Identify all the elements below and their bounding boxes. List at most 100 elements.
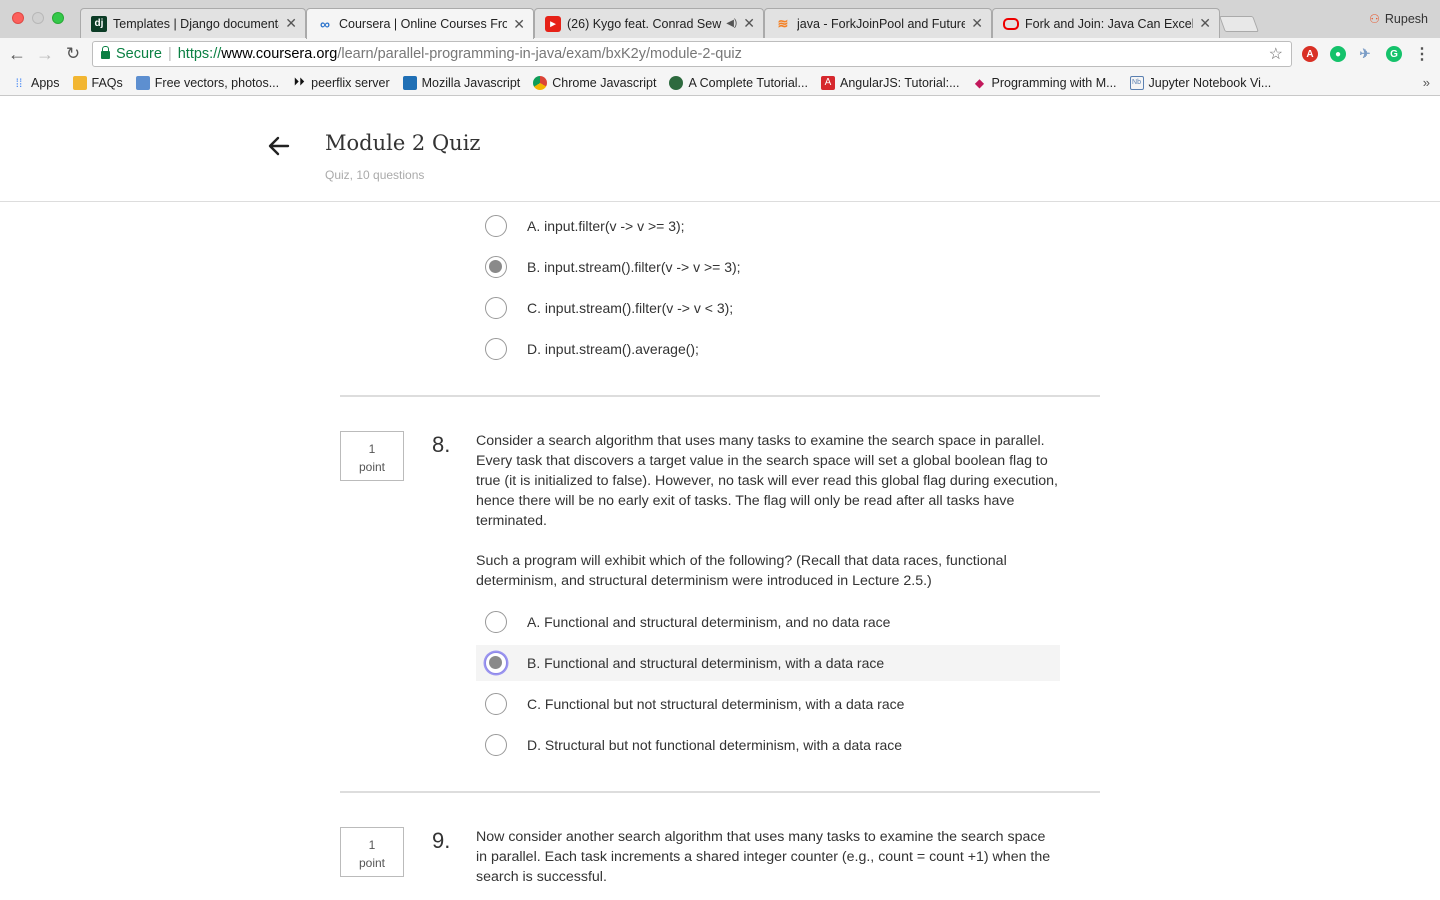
ruby-icon: ◆ <box>974 75 985 90</box>
browser-tab-youtube[interactable]: ▶ (26) Kygo feat. Conrad Sew ◀) ✕ <box>534 8 764 38</box>
mozilla-icon <box>402 75 417 90</box>
quiz-header: Module 2 Quiz Quiz, 10 questions <box>0 97 1440 202</box>
bookmark-faqs[interactable]: FAQs <box>72 75 123 90</box>
bookmark-angularjs[interactable]: A AngularJS: Tutorial:... <box>820 75 960 90</box>
apps-grid-icon: ⁞⁞ <box>15 75 23 90</box>
points-label: point <box>358 856 386 870</box>
bookmarks-bar: ⁞⁞ Apps FAQs Free vectors, photos... ⏵⏵ … <box>0 70 1440 96</box>
option-label: B. input.stream().filter(v -> v >= 3); <box>527 259 741 275</box>
q8-option-d[interactable]: D. Structural but not functional determi… <box>476 727 1060 763</box>
radio-button[interactable] <box>485 215 507 237</box>
bookmark-label: Apps <box>31 75 60 90</box>
bookmark-star-icon[interactable]: ☆ <box>1269 44 1283 64</box>
bookmark-label: FAQs <box>91 75 123 90</box>
q7-option-d[interactable]: D. input.stream().average(); <box>476 331 1060 367</box>
bookmark-label: Free vectors, photos... <box>154 75 280 90</box>
back-button[interactable]: ← <box>6 43 28 65</box>
forward-button[interactable]: → <box>34 43 56 65</box>
close-tab-icon[interactable]: ✕ <box>285 15 297 32</box>
q8-option-b[interactable]: B. Functional and structural determinism… <box>476 645 1060 681</box>
q7-option-b[interactable]: B. input.stream().filter(v -> v >= 3); <box>476 249 1060 285</box>
extension-grammarly-icon[interactable]: G <box>1386 46 1402 62</box>
stackoverflow-icon: ≋ <box>777 15 789 31</box>
bookmark-complete-tutorial[interactable]: A Complete Tutorial... <box>669 75 808 90</box>
browser-tab-stackoverflow[interactable]: ≋ java - ForkJoinPool and Future ✕ <box>764 8 992 38</box>
back-arrow-icon[interactable] <box>266 133 292 159</box>
close-tab-icon[interactable]: ✕ <box>743 15 755 32</box>
youtube-icon: ▶ <box>545 15 561 32</box>
speaker-icon[interactable]: ◀) <box>726 18 737 29</box>
option-label: C. Functional but not structural determi… <box>527 696 905 712</box>
radio-button[interactable] <box>485 297 507 319</box>
option-label: A. Functional and structural determinism… <box>527 614 891 630</box>
close-tab-icon[interactable]: ✕ <box>1199 15 1211 32</box>
radio-button[interactable] <box>485 734 507 756</box>
q7-option-a[interactable]: A. input.filter(v -> v >= 3); <box>476 208 1060 244</box>
bookmark-jupyter[interactable]: Nb Jupyter Notebook Vi... <box>1129 75 1271 90</box>
bookmark-label: peerflix server <box>311 75 390 90</box>
option-label: C. input.stream().filter(v -> v < 3); <box>527 300 734 316</box>
folder-icon <box>72 75 87 90</box>
new-tab-button[interactable] <box>1219 16 1259 32</box>
points-value: 1 <box>368 442 376 456</box>
bookmark-programming[interactable]: ◆ Programming with M... <box>973 76 1117 90</box>
bookmark-label: AngularJS: Tutorial:... <box>839 75 960 90</box>
profile-button[interactable]: ⚇ Rupesh <box>1369 12 1428 26</box>
django-icon: dj <box>91 15 107 32</box>
radio-button[interactable] <box>485 693 507 715</box>
oracle-icon <box>1003 17 1019 30</box>
extension-chat-icon[interactable]: ● <box>1330 46 1346 62</box>
bookmark-peerflix[interactable]: ⏵⏵ peerflix server <box>292 76 390 90</box>
freepik-icon <box>135 75 150 90</box>
close-tab-icon[interactable]: ✕ <box>971 15 983 32</box>
close-window-button[interactable] <box>12 12 24 24</box>
browser-tab-django[interactable]: dj Templates | Django documenta ✕ <box>80 8 306 38</box>
q8-option-c[interactable]: C. Functional but not structural determi… <box>476 686 1060 722</box>
q8-points-box: 1 point <box>340 431 404 481</box>
security-indicator[interactable]: Secure <box>101 46 162 62</box>
peerflix-icon: ⏵⏵ <box>293 76 305 88</box>
lock-icon <box>101 46 110 59</box>
browser-tab-oracle[interactable]: Fork and Join: Java Can Excel ✕ <box>992 8 1220 38</box>
page-title: Module 2 Quiz <box>325 131 481 155</box>
maximize-window-button[interactable] <box>52 12 64 24</box>
radio-button[interactable] <box>485 652 507 674</box>
url-scheme: https:// <box>177 46 222 62</box>
quiz-content: A. input.filter(v -> v >= 3); B. input.s… <box>0 202 1440 900</box>
q9-prompt-paragraph-1: Now consider another search algorithm th… <box>476 829 1051 885</box>
q7-option-c[interactable]: C. input.stream().filter(v -> v < 3); <box>476 290 1060 326</box>
security-label: Secure <box>116 46 162 62</box>
bookmark-label: Programming with M... <box>991 75 1117 90</box>
bookmark-label: A Complete Tutorial... <box>688 75 808 90</box>
points-value: 1 <box>368 838 376 852</box>
browser-tab-coursera[interactable]: ∞ Coursera | Online Courses Fro ✕ <box>306 8 534 39</box>
bookmark-chrome-js[interactable]: Chrome Javascript <box>533 75 657 90</box>
bookmark-apps[interactable]: ⁞⁞ Apps <box>12 76 60 90</box>
browser-menu-icon[interactable]: ⋮ <box>1414 46 1430 63</box>
tab-title: java - ForkJoinPool and Future <box>797 16 966 31</box>
radio-button[interactable] <box>485 611 507 633</box>
reload-button[interactable]: ↻ <box>62 43 84 65</box>
extension-satellite-icon[interactable]: ✈ <box>1357 46 1373 62</box>
tutorial-icon <box>669 75 684 90</box>
bookmark-label: Chrome Javascript <box>552 75 657 90</box>
minimize-window-button[interactable] <box>32 12 44 24</box>
tab-title: (26) Kygo feat. Conrad Sew <box>567 16 722 31</box>
coursera-icon: ∞ <box>320 16 330 32</box>
bookmarks-overflow-button[interactable]: » <box>1423 75 1430 90</box>
bookmark-mozilla-js[interactable]: Mozilla Javascript <box>402 75 520 90</box>
address-bar[interactable]: Secure | https://www.coursera.org/learn/… <box>92 41 1292 67</box>
radio-button[interactable] <box>485 338 507 360</box>
bookmark-freepik[interactable]: Free vectors, photos... <box>135 75 280 90</box>
page-subtitle: Quiz, 10 questions <box>325 168 425 182</box>
tab-title: Coursera | Online Courses Fro <box>339 17 508 31</box>
profile-icon: ⚇ <box>1369 12 1380 26</box>
q8-option-a[interactable]: A. Functional and structural determinism… <box>476 604 1060 640</box>
tab-title: Fork and Join: Java Can Excel <box>1025 16 1194 31</box>
extension-adblock-icon[interactable]: A <box>1302 46 1318 62</box>
url-host: www.coursera.org <box>221 46 338 62</box>
browser-toolbar: ← → ↻ Secure | https://www.coursera.org /… <box>0 38 1440 70</box>
close-tab-icon[interactable]: ✕ <box>513 16 525 33</box>
radio-button[interactable] <box>485 256 507 278</box>
option-label: D. input.stream().average(); <box>527 341 699 357</box>
